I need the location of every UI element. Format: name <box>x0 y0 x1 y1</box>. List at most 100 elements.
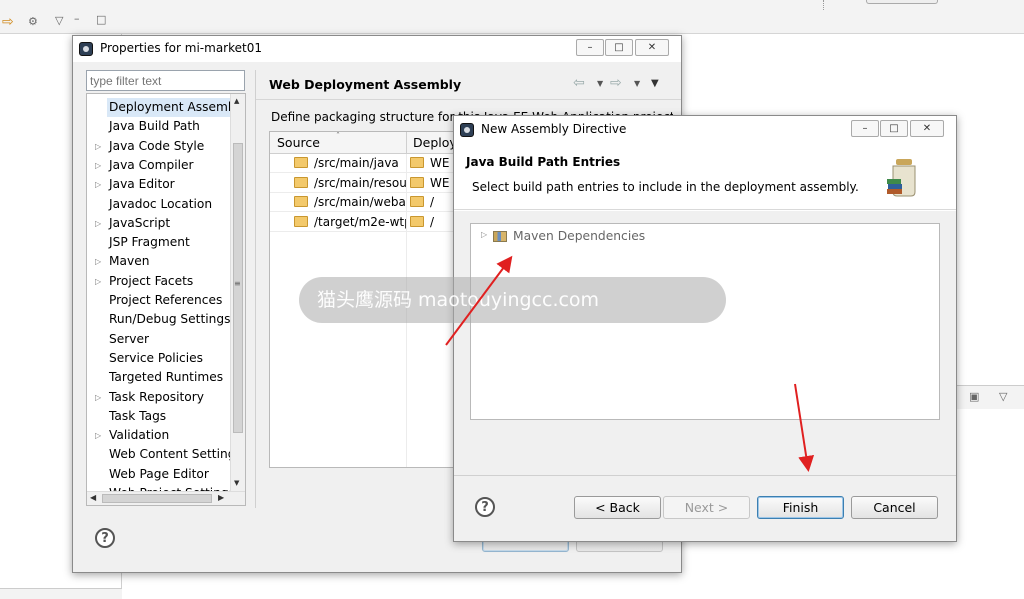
tree-item[interactable]: Task Tags <box>87 407 230 426</box>
tree-item[interactable]: Service Policies <box>87 349 230 368</box>
tree-item[interactable]: Web Page Editor <box>87 465 230 484</box>
help-icon[interactable]: ? <box>95 528 115 548</box>
expand-arrow-icon[interactable]: ▷ <box>95 426 101 445</box>
chevron-down-icon[interactable]: ▽ <box>55 14 63 27</box>
tree-item-label: Deployment Assembly <box>107 98 245 117</box>
view-icon[interactable]: ▣ <box>969 390 979 403</box>
tree-item-label: Server <box>109 331 149 346</box>
scroll-thumb[interactable] <box>233 143 243 433</box>
button-bar-separator <box>454 475 956 476</box>
dialog-title: New Assembly Directive <box>481 122 627 136</box>
tree-item[interactable]: ▷ JavaScript <box>87 214 230 233</box>
expand-arrow-icon[interactable]: ▷ <box>95 137 101 156</box>
tree-item[interactable]: Deployment Assembly <box>87 98 245 117</box>
folder-icon <box>294 215 308 227</box>
page-title: Web Deployment Assembly <box>269 77 462 92</box>
properties-category-tree: Deployment Assembly Java Build Path ▷ Java … <box>86 93 246 506</box>
next-button[interactable]: Next > <box>663 496 750 519</box>
grip-icon: ≡ <box>234 279 241 288</box>
expand-arrow-icon[interactable]: ▷ <box>481 230 487 239</box>
quick-access-field[interactable] <box>866 0 938 4</box>
tree-item-label: Validation <box>109 428 170 443</box>
jar-wizard-icon <box>887 159 916 197</box>
tree-item-label: Service Policies <box>109 350 203 365</box>
minimize-view-icon[interactable]: – <box>74 12 80 25</box>
properties-titlebar: Properties for mi-market01 – □ ✕ <box>73 36 681 62</box>
minimize-button[interactable]: – <box>576 39 604 56</box>
maven-dependencies-entry[interactable]: ▷ Maven Dependencies <box>477 227 645 246</box>
view-menu-icon[interactable]: ⚙ <box>28 15 38 28</box>
back-button[interactable]: < Back <box>574 496 661 519</box>
tree-item[interactable]: Web Content Settings <box>87 445 242 464</box>
tree-item[interactable]: Run/Debug Settings <box>87 310 230 329</box>
tree-item[interactable]: ▷ Java Code Style <box>87 137 230 156</box>
expand-arrow-icon[interactable]: ▷ <box>95 156 101 175</box>
tree-item-label: Task Repository <box>109 389 204 404</box>
deploy-cell: / <box>410 193 450 212</box>
tree-item[interactable]: ▷ Java Compiler <box>87 156 230 175</box>
forward-nav-icon[interactable]: ⇨ <box>610 75 622 91</box>
maximize-button[interactable]: □ <box>880 120 908 137</box>
tree-item[interactable]: JSP Fragment <box>87 233 230 252</box>
banner-title: Java Build Path Entries <box>466 155 621 169</box>
column-divider[interactable] <box>406 132 407 154</box>
scroll-left-icon[interactable]: ◀ <box>90 493 96 502</box>
close-button[interactable]: ✕ <box>910 120 944 137</box>
tree-item[interactable]: ▷ Project Facets <box>87 272 230 291</box>
tree-vertical-scrollbar[interactable]: ▲ ≡ ▼ <box>230 94 245 491</box>
tree-item-label: Targeted Runtimes <box>109 370 224 385</box>
view-menu-icon[interactable]: ▼ <box>651 78 659 89</box>
tree-item-label: Java Compiler <box>109 157 194 172</box>
tree-item-label: Java Editor <box>109 177 175 192</box>
chevron-down-icon[interactable]: ▽ <box>999 390 1007 403</box>
scroll-right-icon[interactable]: ▶ <box>218 493 224 502</box>
maximize-button[interactable]: □ <box>605 39 633 56</box>
tree-item-label: Project Facets <box>109 273 194 288</box>
help-icon[interactable]: ? <box>475 497 495 517</box>
source-cell: /target/m2e-wtp <box>294 213 406 232</box>
library-icon <box>493 231 507 242</box>
tree-item[interactable]: ▷ Java Editor <box>87 175 230 194</box>
tree-item[interactable]: Project References <box>87 291 230 310</box>
close-button[interactable]: ✕ <box>635 39 669 56</box>
column-header-deploy[interactable]: Deploy <box>413 132 457 154</box>
filter-input[interactable] <box>86 70 245 91</box>
tree-horizontal-scrollbar[interactable]: ◀ ▶ <box>87 491 245 505</box>
minimize-button[interactable]: – <box>851 120 879 137</box>
expand-arrow-icon[interactable]: ▷ <box>95 388 101 407</box>
deploy-path: / <box>430 195 435 209</box>
cancel-button[interactable]: Cancel <box>851 496 938 519</box>
source-path: /src/main/java <box>314 156 399 170</box>
tree-item[interactable]: Targeted Runtimes <box>87 368 230 387</box>
watermark-banner: 猫头鹰源码 maotouyingcc.com <box>299 277 726 323</box>
folder-icon <box>410 215 424 227</box>
expand-arrow-icon[interactable]: ▷ <box>95 272 101 291</box>
h-scroll-thumb[interactable] <box>102 494 212 503</box>
expand-arrow-icon[interactable]: ▷ <box>95 175 101 194</box>
expand-arrow-icon[interactable]: ▷ <box>95 214 101 233</box>
tree-item[interactable]: ▷ Validation <box>87 426 230 445</box>
tree-item[interactable]: ▷ Task Repository <box>87 388 230 407</box>
tree-item-label: Maven <box>109 254 150 269</box>
expand-arrow-icon[interactable]: ▷ <box>95 252 101 271</box>
scroll-up-icon[interactable]: ▲ <box>234 97 239 105</box>
tree-item[interactable]: ▷ Maven <box>87 252 230 271</box>
run-toolbar-icon[interactable]: ⇨ <box>2 14 14 30</box>
maximize-view-icon[interactable]: □ <box>96 13 106 26</box>
tree-item[interactable]: Java Build Path <box>87 117 230 136</box>
finish-button[interactable]: Finish <box>757 496 844 519</box>
chevron-down-icon[interactable]: ▼ <box>634 79 640 88</box>
column-header-source[interactable]: Source <box>277 132 320 154</box>
sash[interactable] <box>255 70 256 508</box>
directive-titlebar: New Assembly Directive – □ ✕ <box>454 116 956 143</box>
scroll-down-icon[interactable]: ▼ <box>234 479 239 487</box>
tree-item-label: JavaScript <box>109 215 171 230</box>
status-strip <box>0 588 122 599</box>
chevron-down-icon[interactable]: ▼ <box>597 79 603 88</box>
back-nav-icon[interactable]: ⇦ <box>573 75 585 91</box>
deploy-cell: WEB <box>410 174 450 193</box>
tree-item-label: Java Build Path <box>109 119 200 134</box>
tree-item[interactable]: Javadoc Location <box>87 195 230 214</box>
tree-item[interactable]: Server <box>87 330 230 349</box>
banner-description: Select build path entries to include in … <box>472 180 859 194</box>
